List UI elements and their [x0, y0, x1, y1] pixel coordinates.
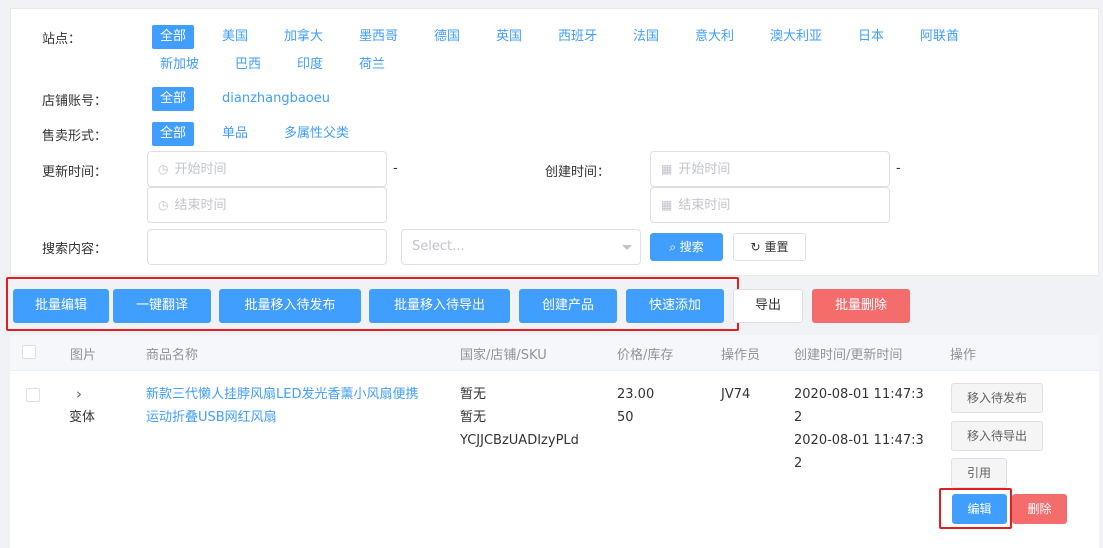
site-option-in[interactable]: 印度: [297, 53, 323, 77]
shop-label: 店铺账号：: [42, 94, 108, 109]
site-option-jp[interactable]: 日本: [858, 25, 884, 49]
site-option-br[interactable]: 巴西: [235, 53, 261, 77]
clock-icon: ◷: [158, 198, 169, 212]
created-time-part1: 2020-08-01 11:47:3: [794, 387, 924, 402]
batch-move-export-button[interactable]: 批量移入待导出: [369, 289, 510, 323]
site-option-uk[interactable]: 英国: [496, 25, 522, 49]
header-price-stock: 价格/库存: [617, 348, 674, 363]
site-option-fr[interactable]: 法国: [633, 25, 659, 49]
updated-time-part2: 2: [794, 456, 803, 471]
refresh-icon: ↻: [750, 240, 761, 254]
reset-button-label: 重置: [764, 240, 789, 254]
site-option-es[interactable]: 西班牙: [558, 25, 597, 49]
sale-option-multi-parent[interactable]: 多属性父类: [284, 122, 349, 146]
header-image: 图片: [70, 348, 97, 363]
site-option-mx[interactable]: 墨西哥: [359, 25, 398, 49]
expand-chevron-icon[interactable]: ›: [76, 383, 82, 406]
site-option-nl[interactable]: 荷兰: [359, 53, 385, 77]
header-actions: 操作: [950, 348, 977, 363]
row-checkbox[interactable]: [26, 388, 40, 402]
search-button[interactable]: ⌕ 搜索: [650, 233, 723, 261]
export-button[interactable]: 导出: [733, 289, 803, 323]
shop-option-all[interactable]: 全部: [152, 87, 195, 111]
create-range-dash: -: [896, 161, 901, 176]
created-time-part2: 2: [794, 410, 803, 425]
site-option-it[interactable]: 意大利: [695, 25, 734, 49]
quick-add-button[interactable]: 快速添加: [626, 289, 724, 323]
search-field-select[interactable]: Select...: [401, 229, 641, 265]
site-option-ae[interactable]: 阿联酋: [920, 25, 959, 49]
search-button-label: 搜索: [679, 240, 704, 254]
site-label: 站点：: [42, 32, 82, 47]
update-end-placeholder: 结束时间: [174, 198, 227, 213]
move-publish-button[interactable]: 移入待发布: [951, 383, 1043, 413]
country-value: 暂无: [460, 387, 487, 402]
action-toolbar: 批量编辑 一键翻译 批量移入待发布 批量移入待导出 创建产品 快速添加 导出 批…: [0, 277, 1103, 335]
product-table: 图片 商品名称 国家/店铺/SKU 价格/库存 操作员 创建时间/更新时间 操作…: [10, 335, 1099, 548]
update-range-dash: -: [393, 161, 398, 176]
select-all-checkbox[interactable]: [22, 345, 36, 359]
calendar-icon: ▦: [661, 162, 673, 176]
product-name-line1: 新款三代懒人挂脖风扇LED发光香薰小风扇便携: [146, 387, 419, 402]
search-icon: ⌕: [669, 240, 676, 254]
caret-down-icon: [622, 245, 632, 250]
select-placeholder: Select...: [412, 239, 465, 254]
variant-label: 变体: [69, 410, 96, 425]
operator-value: JV74: [721, 387, 751, 402]
header-created-updated: 创建时间/更新时间: [794, 348, 903, 363]
price-value: 23.00: [617, 387, 655, 402]
search-label: 搜索内容：: [42, 242, 108, 257]
update-start-input[interactable]: ◷ 开始时间: [147, 151, 387, 187]
header-operator: 操作员: [721, 348, 761, 363]
create-start-placeholder: 开始时间: [678, 162, 731, 177]
updated-time-part1: 2020-08-01 11:47:3: [794, 433, 924, 448]
reset-button[interactable]: ↻ 重置: [733, 233, 806, 261]
calendar-icon: ▦: [661, 198, 673, 212]
product-name-link[interactable]: 新款三代懒人挂脖风扇LED发光香薰小风扇便携 运动折叠USB网红风扇: [146, 383, 418, 429]
create-start-input[interactable]: ▦ 开始时间: [650, 151, 890, 187]
batch-delete-button[interactable]: 批量删除: [812, 289, 910, 323]
stock-value: 50: [617, 410, 634, 425]
filter-panel: 站点： 全部 美国 加拿大 墨西哥 德国 英国 西班牙 法国 意大利 澳大利亚 …: [10, 8, 1099, 276]
cite-button[interactable]: 引用: [951, 458, 1007, 488]
table-header: 图片 商品名称 国家/店铺/SKU 价格/库存 操作员 创建时间/更新时间 操作: [10, 335, 1099, 371]
edit-button[interactable]: 编辑: [952, 494, 1007, 524]
site-option-all[interactable]: 全部: [152, 25, 195, 49]
site-option-ca[interactable]: 加拿大: [284, 25, 323, 49]
site-option-au[interactable]: 澳大利亚: [770, 25, 822, 49]
header-product-name: 商品名称: [146, 348, 199, 363]
sale-type-label: 售卖形式：: [42, 129, 108, 144]
site-option-sg[interactable]: 新加坡: [160, 53, 199, 77]
create-time-label: 创建时间：: [545, 165, 611, 180]
sale-option-all[interactable]: 全部: [152, 122, 195, 146]
product-name-line2: 运动折叠USB网红风扇: [146, 410, 277, 425]
create-end-placeholder: 结束时间: [678, 198, 731, 213]
sku-value: YCJJCBzUADIzyPLd: [460, 433, 579, 448]
update-end-input[interactable]: ◷ 结束时间: [147, 187, 387, 223]
batch-edit-button[interactable]: 批量编辑: [13, 289, 109, 323]
batch-move-publish-button[interactable]: 批量移入待发布: [219, 289, 361, 323]
shop-value: 暂无: [460, 410, 487, 425]
update-time-label: 更新时间：: [42, 165, 108, 180]
update-start-placeholder: 开始时间: [174, 162, 227, 177]
sale-option-single[interactable]: 单品: [222, 122, 248, 146]
create-end-input[interactable]: ▦ 结束时间: [650, 187, 890, 223]
header-country-shop-sku: 国家/店铺/SKU: [460, 348, 547, 363]
translate-button[interactable]: 一键翻译: [113, 289, 211, 323]
site-option-us[interactable]: 美国: [222, 25, 248, 49]
search-input[interactable]: [147, 229, 387, 265]
clock-icon: ◷: [158, 162, 169, 176]
move-export-button[interactable]: 移入待导出: [951, 421, 1043, 451]
create-product-button[interactable]: 创建产品: [519, 289, 617, 323]
site-option-de[interactable]: 德国: [434, 25, 460, 49]
shop-option-dianzhangbaoeu[interactable]: dianzhangbaoeu: [222, 87, 330, 111]
delete-button[interactable]: 删除: [1012, 494, 1067, 524]
